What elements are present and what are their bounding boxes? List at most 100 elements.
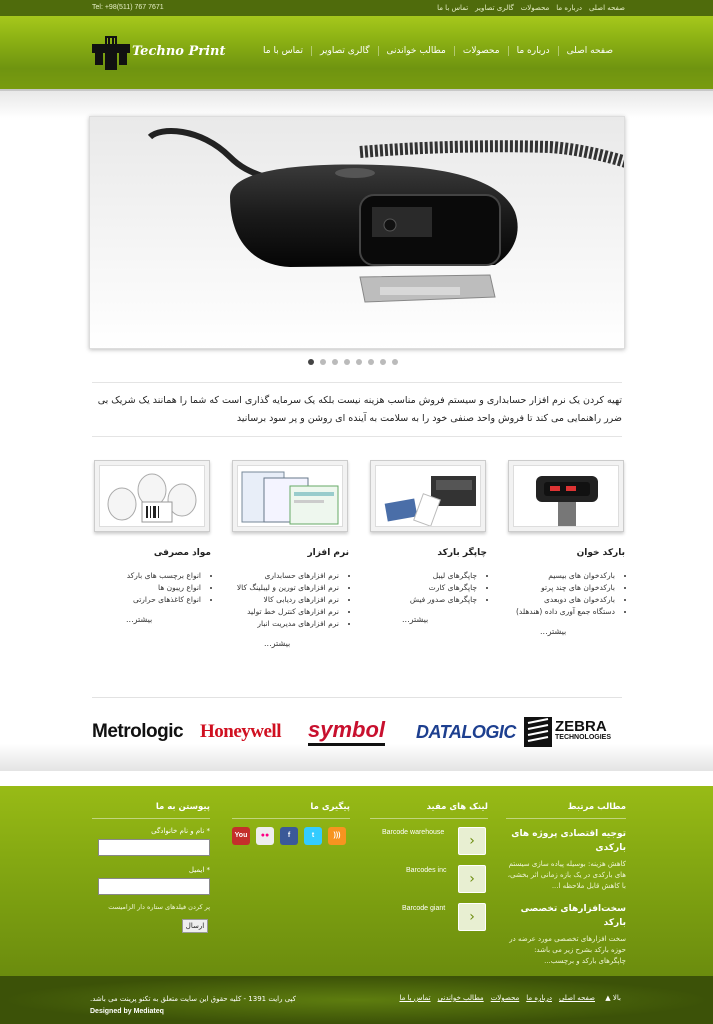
- product-item[interactable]: نرم افزارهای تورین و لیبلینگ کالا: [224, 582, 339, 594]
- product-item[interactable]: انواع کاغذهای حرارتی: [86, 594, 201, 606]
- brand-honeywell[interactable]: Honeywell: [200, 714, 282, 750]
- twitter-icon[interactable]: t: [304, 827, 322, 845]
- brands-divider: [92, 697, 622, 698]
- chevron-left-icon[interactable]: ‹: [458, 827, 486, 855]
- facebook-icon[interactable]: f: [280, 827, 298, 845]
- techno-print-logo[interactable]: [92, 36, 130, 70]
- arrow-up-icon: ▲: [605, 994, 611, 1002]
- logo-text[interactable]: Techno Print: [132, 44, 226, 59]
- bottom-nav-contact[interactable]: تماس با ما: [399, 994, 430, 1002]
- top-link-products[interactable]: محصولات: [521, 4, 550, 12]
- bottom-nav-about[interactable]: درباره ما: [526, 994, 552, 1002]
- nav-contact[interactable]: تماس با ما: [255, 46, 311, 56]
- name-input[interactable]: [98, 839, 210, 856]
- top-link-gallery[interactable]: گالری تصاویر: [475, 4, 514, 12]
- brand-zebra[interactable]: ZEBRA TECHNOLOGIES: [524, 714, 624, 750]
- top-link-home[interactable]: صفحه اصلی: [589, 4, 625, 12]
- useful-link-label[interactable]: Barcode warehouse: [382, 829, 444, 836]
- nav-articles[interactable]: مطالب خواندنی: [377, 46, 454, 56]
- phone-number: Tel: +98(511) 767 7671: [92, 4, 164, 11]
- bottom-bar: ▲ بالا صفحه اصلی درباره ما محصولات مطالب…: [0, 976, 713, 1024]
- more-link[interactable]: بیشتر...: [362, 615, 487, 624]
- slider[interactable]: [89, 116, 625, 349]
- slider-dot[interactable]: [368, 359, 374, 365]
- product-item[interactable]: نرم افزارهای ردیابی کالا: [224, 594, 339, 606]
- slider-dot[interactable]: [392, 359, 398, 365]
- product-item[interactable]: انواع ریبون ها: [86, 582, 201, 594]
- slider-dot[interactable]: [344, 359, 350, 365]
- top-links: صفحه اصلی درباره ما محصولات گالری تصاویر…: [437, 4, 625, 12]
- more-link[interactable]: بیشتر...: [224, 639, 349, 648]
- footer-follow-heading: پیگیری ما: [232, 802, 350, 819]
- back-to-top-label[interactable]: بالا: [613, 994, 621, 1002]
- barcode-reader-image[interactable]: [508, 460, 624, 532]
- youtube-icon[interactable]: You: [232, 827, 250, 845]
- related-article-text: سخت افزارهای تخصصی مورد عرضه در حوزه بار…: [509, 935, 626, 965]
- product-item[interactable]: دستگاه جمع آوری داده (هندهلد): [500, 606, 615, 618]
- related-article-title[interactable]: سخت‌افزارهای تخصصی بارکد: [506, 902, 626, 930]
- product-item[interactable]: بارکدخوان های بیسیم: [500, 570, 615, 582]
- product-item[interactable]: چاپگرهای لیبل: [362, 570, 477, 582]
- related-article-title[interactable]: توجیه اقتصادی پروژه های بارکدی: [506, 827, 626, 855]
- useful-link[interactable]: Barcodes inc ‹: [370, 865, 488, 903]
- footer-related: مطالب مرتبط توجیه اقتصادی پروژه های بارک…: [506, 802, 626, 977]
- product-item[interactable]: انواع برچسب های بارکد: [86, 570, 201, 582]
- product-title[interactable]: چاپگر بارکد: [362, 548, 487, 558]
- slider-dot[interactable]: [356, 359, 362, 365]
- chevron-left-icon[interactable]: ‹: [458, 865, 486, 893]
- more-link[interactable]: بیشتر...: [86, 615, 211, 624]
- rss-icon[interactable]: ))): [328, 827, 346, 845]
- bottom-nav-articles[interactable]: مطالب خواندنی: [438, 994, 484, 1002]
- footer-links: لینک های مفید Barcode warehouse ‹ Barcod…: [370, 802, 488, 941]
- back-to-top[interactable]: ▲ بالا: [605, 994, 621, 1002]
- useful-link-label[interactable]: Barcodes inc: [406, 867, 446, 874]
- main-nav: صفحه اصلی درباره ما محصولات مطالب خواندن…: [255, 46, 621, 56]
- product-item[interactable]: نرم افزارهای حسابداری: [224, 570, 339, 582]
- top-link-about[interactable]: درباره ما: [556, 4, 582, 12]
- brand-symbol[interactable]: symbol: [308, 716, 386, 746]
- product-col-consumables: مواد مصرفی انواع برچسب های بارکد انواع ر…: [86, 548, 211, 624]
- top-link-contact[interactable]: تماس با ما: [437, 4, 468, 12]
- product-title[interactable]: نرم افزار: [224, 548, 349, 558]
- product-col-scanner: بارکد خوان بارکدخوان های بیسیم بارکدخوان…: [500, 548, 625, 636]
- email-input[interactable]: [98, 878, 210, 895]
- chevron-left-icon[interactable]: ‹: [458, 903, 486, 931]
- product-item[interactable]: چاپگرهای صدور فیش: [362, 594, 477, 606]
- product-item[interactable]: نرم افزارهای کنترل خط تولید: [224, 606, 339, 618]
- designer-credit[interactable]: Designed by Mediateq: [90, 1008, 164, 1015]
- more-link[interactable]: بیشتر...: [500, 627, 625, 636]
- bottom-nav-home[interactable]: صفحه اصلی: [559, 994, 595, 1002]
- barcode-printer-image[interactable]: [370, 460, 486, 532]
- slider-dot[interactable]: [380, 359, 386, 365]
- header: Techno Print صفحه اصلی درباره ما محصولات…: [0, 16, 713, 91]
- slider-dot[interactable]: [320, 359, 326, 365]
- product-title[interactable]: بارکد خوان: [500, 548, 625, 558]
- nav-products[interactable]: محصولات: [453, 46, 508, 56]
- slider-dot[interactable]: [308, 359, 314, 365]
- product-item[interactable]: چاپگرهای کارت: [362, 582, 477, 594]
- footer-links-heading: لینک های مفید: [370, 802, 488, 819]
- software-screenshot-image[interactable]: [232, 460, 348, 532]
- nav-home[interactable]: صفحه اصلی: [557, 46, 621, 56]
- flickr-icon[interactable]: ●●: [256, 827, 274, 845]
- product-item[interactable]: نرم افزارهای مدیریت انبار: [224, 618, 339, 630]
- slider-dot[interactable]: [332, 359, 338, 365]
- bottom-nav-products[interactable]: محصولات: [491, 994, 520, 1002]
- useful-link[interactable]: Barcode giant ‹: [370, 903, 488, 941]
- useful-link-label[interactable]: Barcode giant: [402, 905, 445, 912]
- useful-link[interactable]: Barcode warehouse ‹: [370, 827, 488, 865]
- brand-zebra-sub: TECHNOLOGIES: [555, 734, 612, 741]
- product-item[interactable]: بارکدخوان های چند پرتو: [500, 582, 615, 594]
- social-icons: You ●● f t ))): [232, 827, 350, 845]
- send-button[interactable]: ارسال: [182, 919, 208, 933]
- related-article-text: کاهش هزینه: بوسیله پیاده سازی سیستم های …: [507, 860, 626, 890]
- product-title[interactable]: مواد مصرفی: [86, 548, 211, 558]
- brand-datalogic[interactable]: DATALOGIC: [416, 714, 516, 750]
- nav-gallery[interactable]: گالری تصاویر: [311, 46, 378, 56]
- labels-rolls-image[interactable]: [94, 460, 210, 532]
- required-note: پر کردن فیلدهای ستاره دار الزامیست: [108, 903, 210, 911]
- product-item[interactable]: بارکدخوان های دوبعدی: [500, 594, 615, 606]
- nav-about[interactable]: درباره ما: [507, 46, 558, 56]
- copyright-text: کپی رایت 1391 - کلیه حقوق این سایت متعلق…: [90, 995, 297, 1003]
- brand-metrologic[interactable]: Metrologic: [92, 714, 184, 750]
